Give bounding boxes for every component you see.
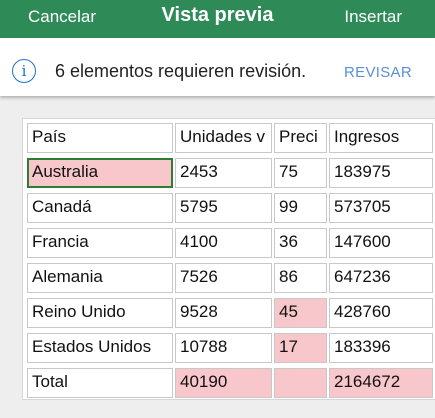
table-cell-flagged[interactable] bbox=[274, 368, 327, 398]
table-cell[interactable]: 4100 bbox=[175, 228, 272, 258]
table-preview: País Unidades v Preci Ingresos Australia… bbox=[22, 118, 435, 400]
info-icon: i bbox=[12, 59, 36, 83]
table-cell[interactable]: Estados Unidos bbox=[27, 333, 173, 363]
table-cell-flagged[interactable]: 45 bbox=[274, 298, 327, 328]
table-cell[interactable]: Reino Unido bbox=[27, 298, 173, 328]
review-message: 6 elementos requieren revisión. bbox=[55, 61, 307, 81]
review-notice-bar: i 6 elementos requieren revisión. REVISA… bbox=[0, 38, 435, 96]
table-cell[interactable]: 183396 bbox=[329, 333, 433, 363]
table-header-cell[interactable]: Preci bbox=[274, 123, 327, 153]
review-button[interactable]: REVISAR bbox=[344, 64, 412, 81]
table-cell[interactable]: 647236 bbox=[329, 263, 433, 293]
table-cell-selected[interactable]: Australia bbox=[27, 158, 173, 188]
table-header-cell[interactable]: Ingresos bbox=[329, 123, 433, 153]
table-cell[interactable]: 5795 bbox=[175, 193, 272, 223]
table-cell[interactable]: 36 bbox=[274, 228, 327, 258]
table-cell[interactable]: Francia bbox=[27, 228, 173, 258]
insert-button[interactable]: Insertar bbox=[344, 7, 402, 27]
table-cell[interactable]: 2453 bbox=[175, 158, 272, 188]
table-total-label[interactable]: Total bbox=[27, 368, 173, 398]
table-cell-flagged[interactable]: 2164672 bbox=[329, 368, 433, 398]
table-header-cell[interactable]: Unidades v bbox=[175, 123, 272, 153]
table-cell-flagged[interactable]: 40190 bbox=[175, 368, 272, 398]
table-cell[interactable]: Alemania bbox=[27, 263, 173, 293]
table-cell[interactable]: 86 bbox=[274, 263, 327, 293]
table-cell[interactable]: 10788 bbox=[175, 333, 272, 363]
table-cell[interactable]: 99 bbox=[274, 193, 327, 223]
table-cell[interactable]: Canadá bbox=[27, 193, 173, 223]
table-cell[interactable]: 7526 bbox=[175, 263, 272, 293]
table-header-cell[interactable]: País bbox=[27, 123, 173, 153]
table-cell[interactable]: 75 bbox=[274, 158, 327, 188]
top-bar: Cancelar Vista previa Insertar bbox=[0, 0, 435, 38]
table-cell[interactable]: 183975 bbox=[329, 158, 433, 188]
table-cell-flagged[interactable]: 17 bbox=[274, 333, 327, 363]
table-cell[interactable]: 573705 bbox=[329, 193, 433, 223]
table-cell[interactable]: 147600 bbox=[329, 228, 433, 258]
table-cell[interactable]: 9528 bbox=[175, 298, 272, 328]
table-cell[interactable]: 428760 bbox=[329, 298, 433, 328]
